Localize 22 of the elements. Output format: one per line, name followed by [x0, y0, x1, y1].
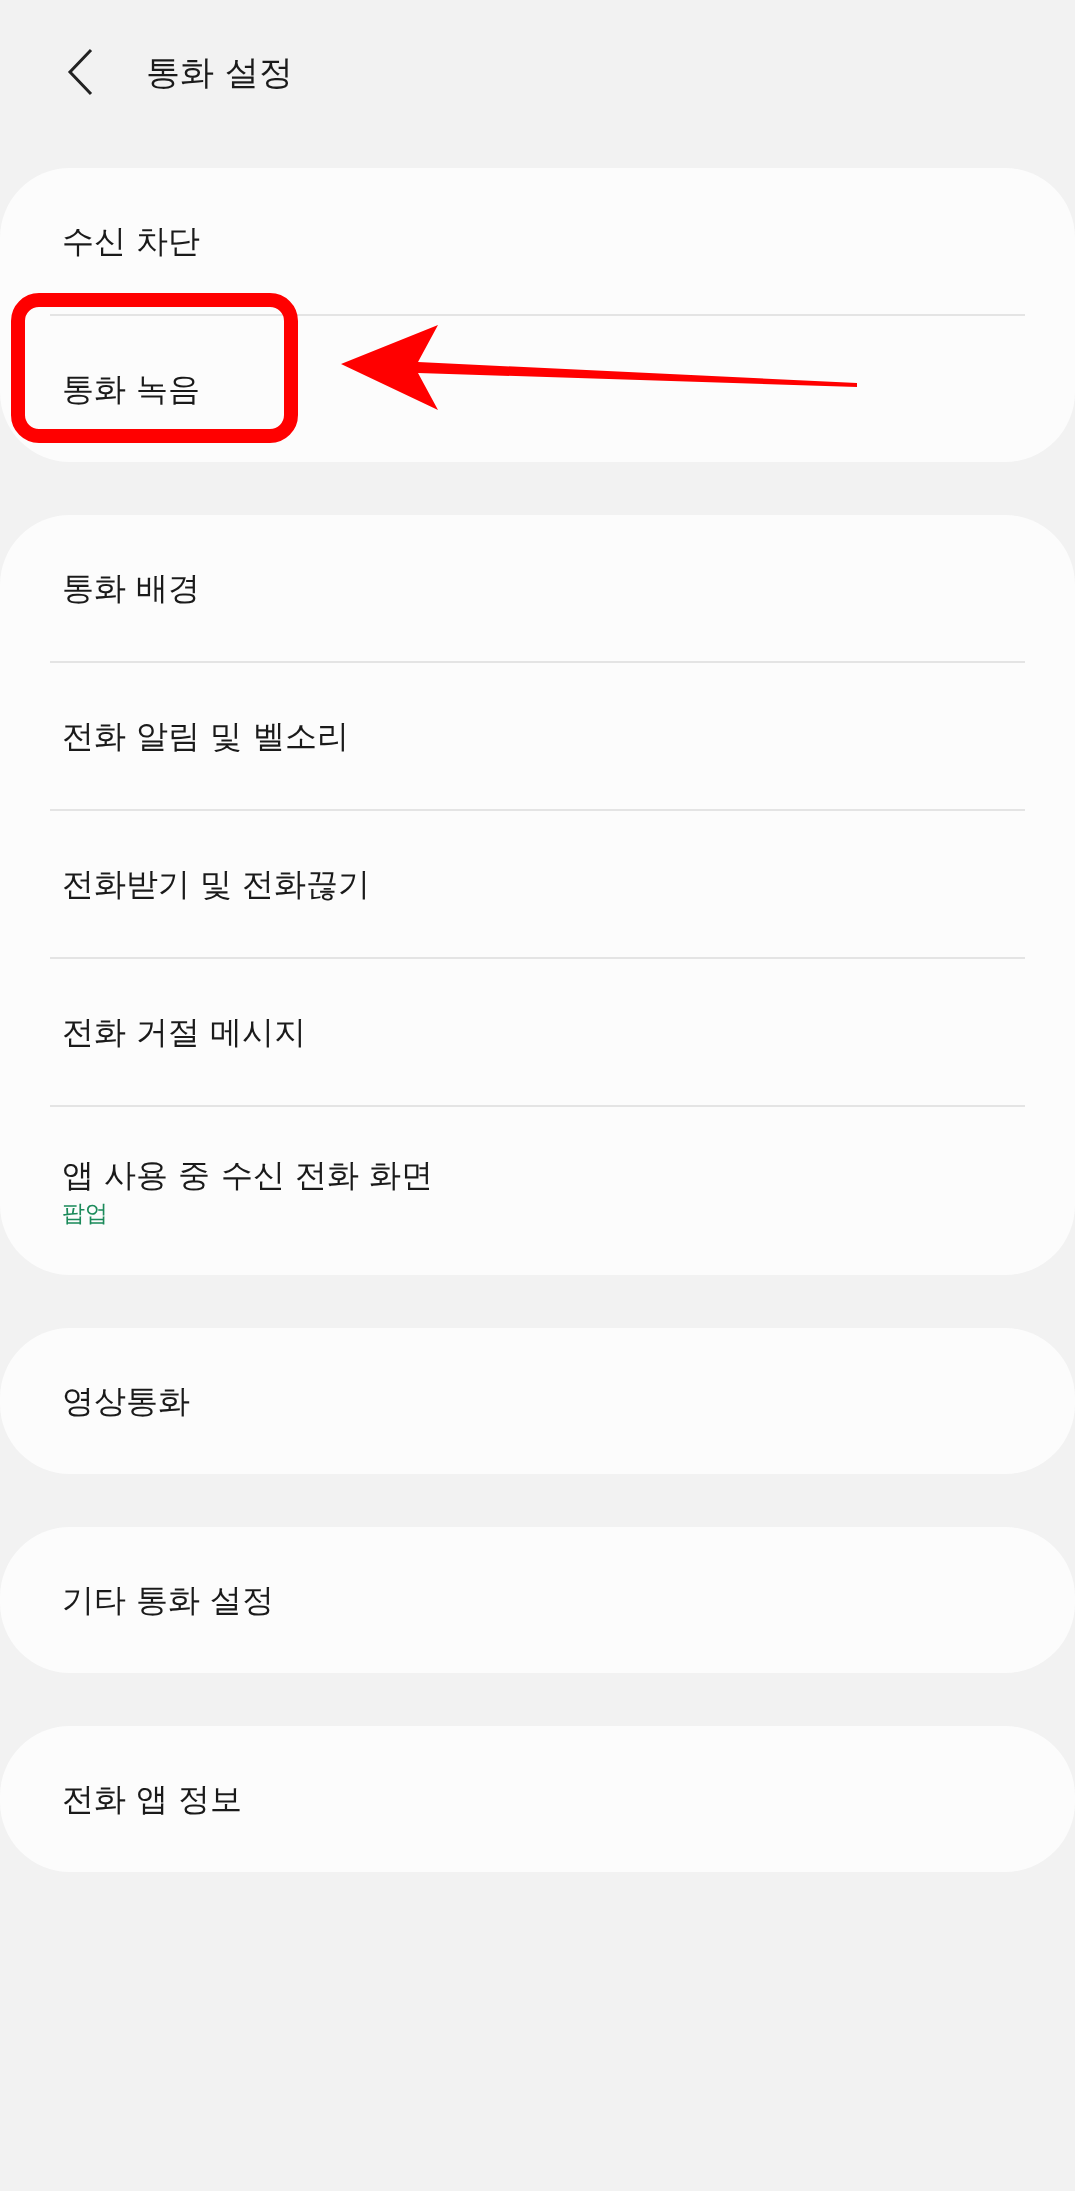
item-label: 수신 차단	[62, 221, 202, 261]
item-subtitle: 팝업	[62, 1198, 109, 1228]
settings-item[interactable]: 앱 사용 중 수신 전화 화면 팝업	[0, 1107, 1075, 1275]
item-label: 전화 앱 정보	[62, 1779, 244, 1819]
item-label: 기타 통화 설정	[62, 1580, 276, 1620]
item-label: 통화 배경	[62, 568, 202, 608]
settings-item[interactable]: 전화 거절 메시지	[0, 959, 1075, 1105]
settings-item[interactable]: 수신 차단	[0, 168, 1075, 314]
item-label: 전화 알림 및 벨소리	[62, 716, 350, 756]
item-label: 전화받기 및 전화끊기	[62, 864, 372, 904]
settings-item[interactable]: 통화 배경	[0, 515, 1075, 661]
item-label: 앱 사용 중 수신 전화 화면	[62, 1154, 434, 1195]
item-label: 영상통화	[62, 1381, 191, 1421]
settings-item[interactable]: 기타 통화 설정	[0, 1527, 1075, 1673]
settings-item[interactable]: 전화 알림 및 벨소리	[0, 663, 1075, 809]
page-title: 통화 설정	[146, 50, 293, 94]
settings-item[interactable]: 전화 앱 정보	[0, 1726, 1075, 1872]
settings-item[interactable]: 전화받기 및 전화끊기	[0, 811, 1075, 957]
item-label: 통화 녹음	[62, 369, 202, 409]
settings-item[interactable]: 통화 녹음	[0, 316, 1075, 462]
settings-item[interactable]: 영상통화	[0, 1328, 1075, 1474]
item-label: 전화 거절 메시지	[62, 1012, 308, 1052]
